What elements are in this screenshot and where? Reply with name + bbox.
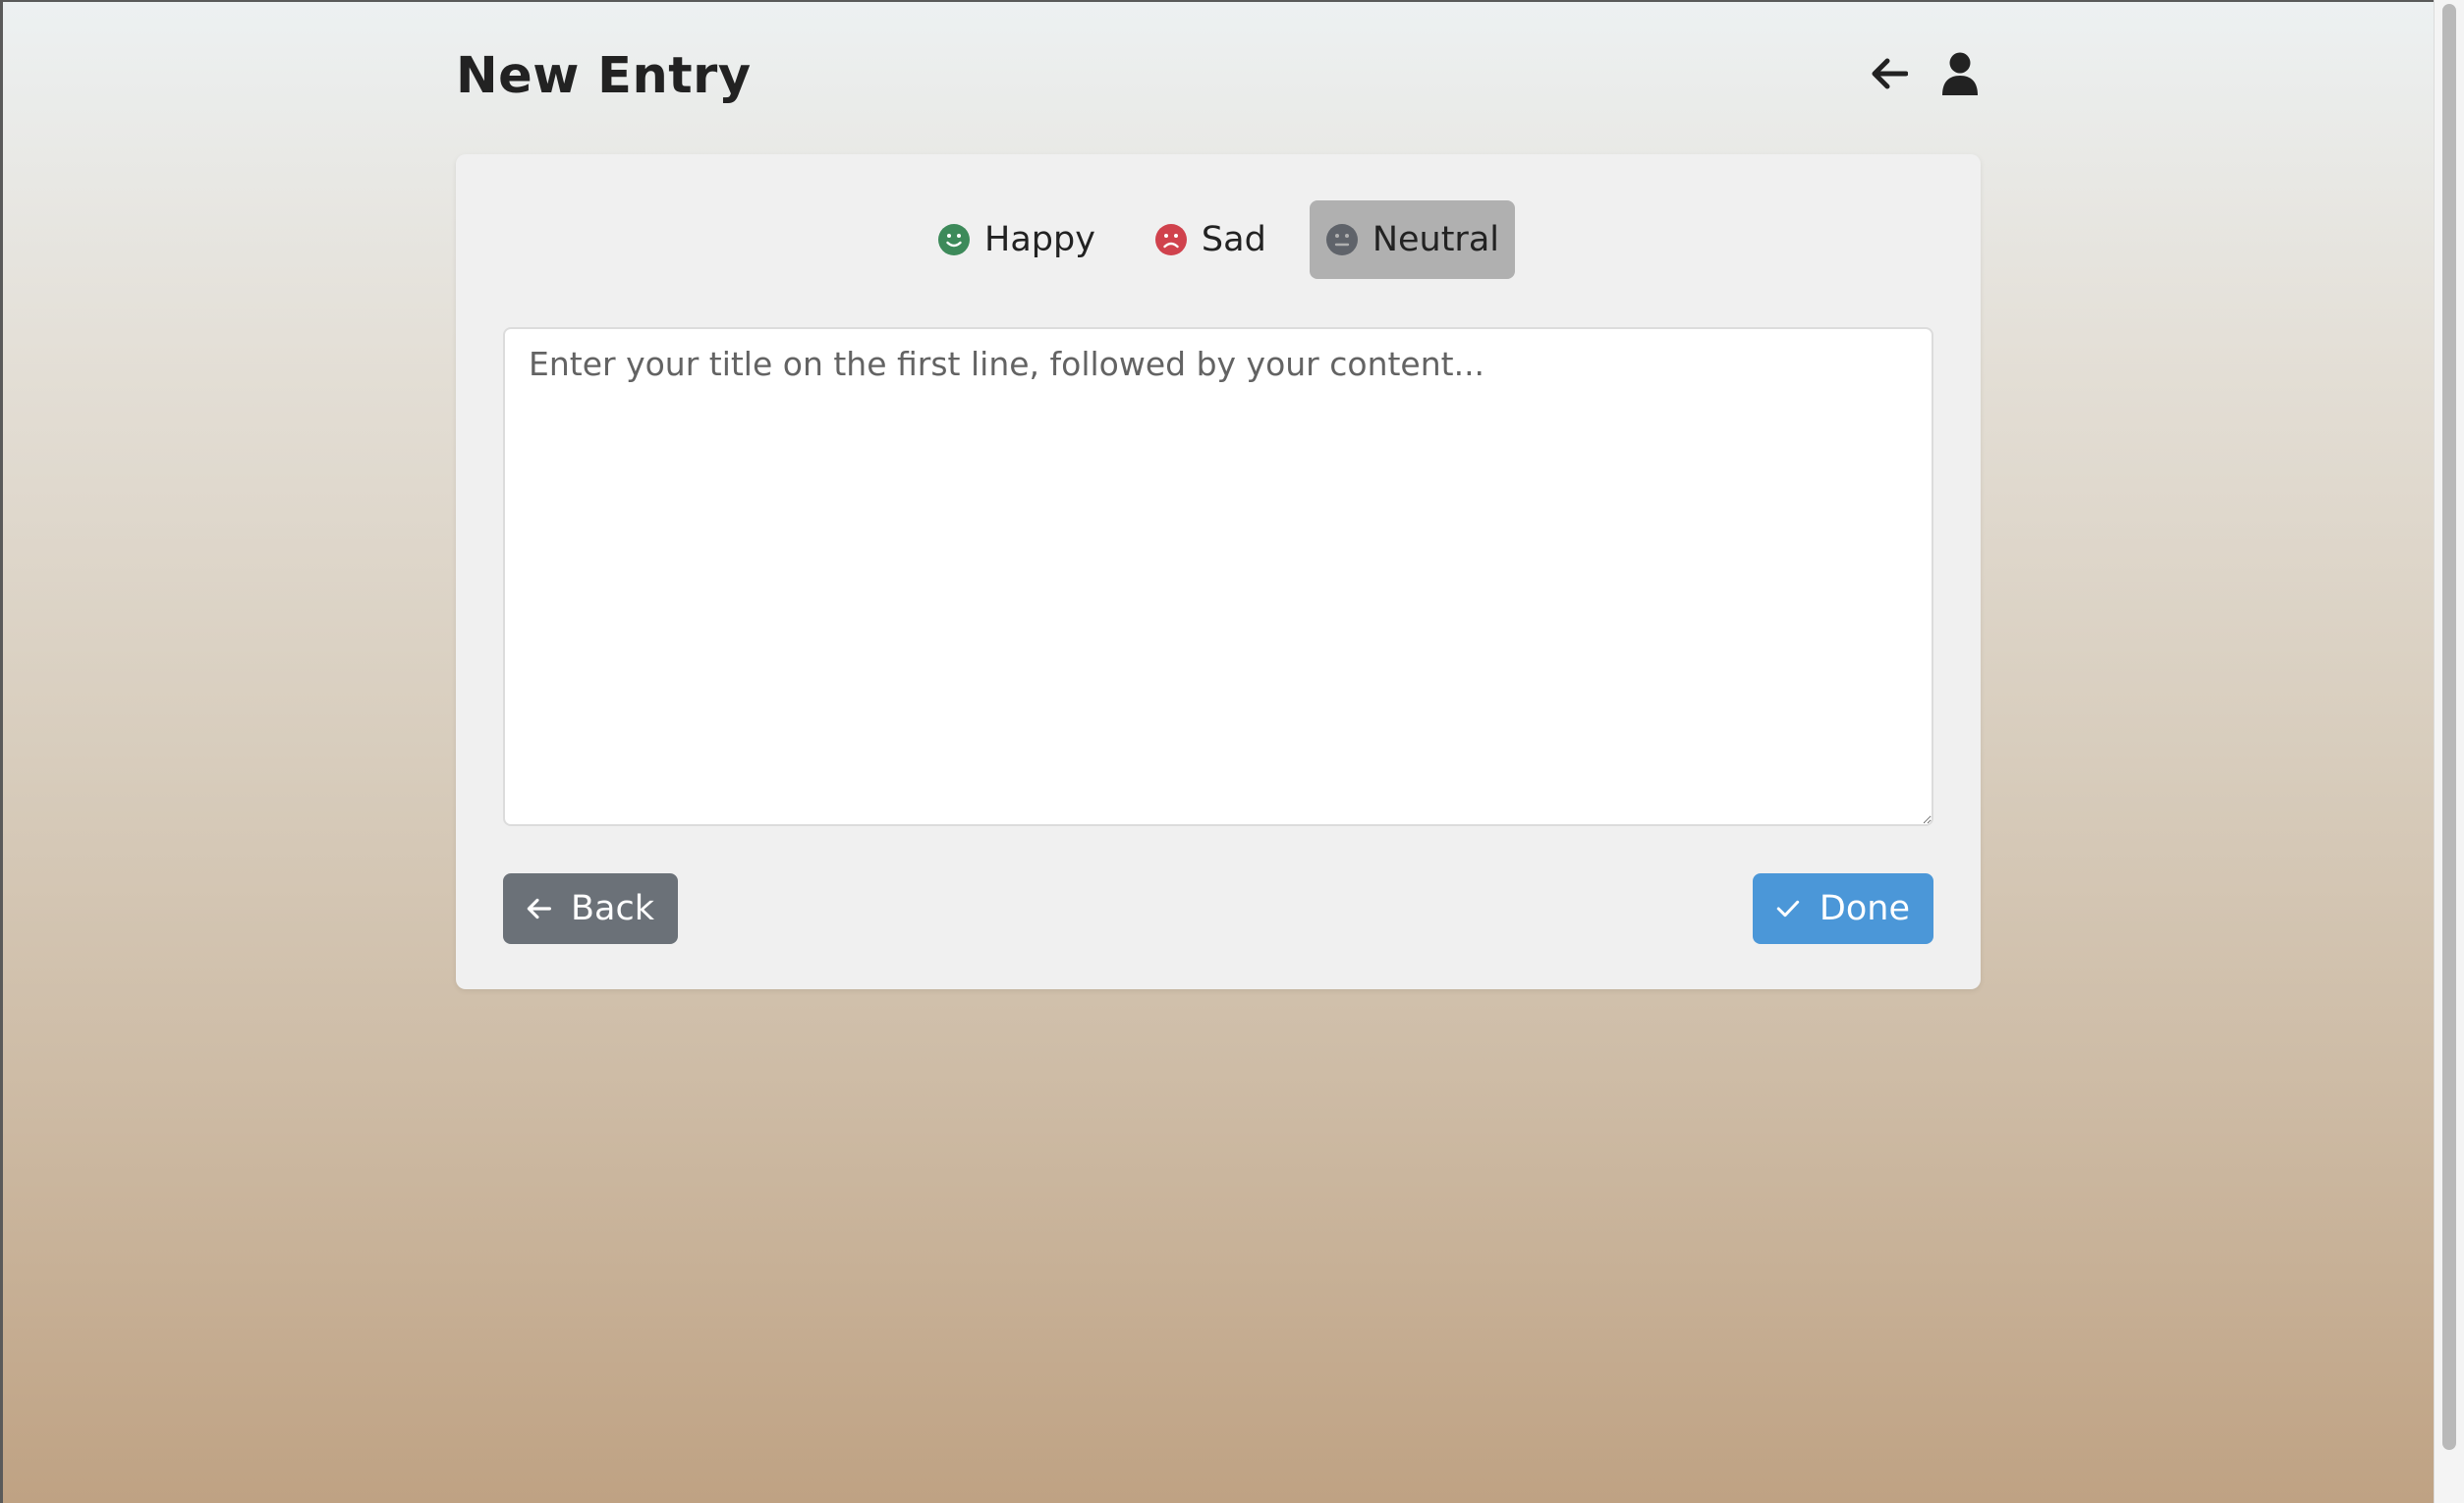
frown-icon (1154, 224, 1187, 255)
entry-card: Happy Sad Neutral Back (456, 154, 1981, 989)
profile-button[interactable] (1939, 51, 1981, 96)
arrow-left-icon (1872, 58, 1908, 89)
entry-content-textarea[interactable] (503, 327, 1933, 826)
scrollbar-thumb[interactable] (2442, 4, 2456, 1450)
arrow-left-icon (527, 898, 552, 919)
mood-sad-button[interactable]: Sad (1139, 200, 1282, 279)
back-nav-button[interactable] (1869, 51, 1910, 96)
back-button[interactable]: Back (503, 873, 678, 944)
back-button-label: Back (571, 889, 654, 928)
neutral-face-icon (1325, 224, 1358, 255)
check-icon (1776, 900, 1800, 918)
page-title: New Entry (456, 47, 752, 105)
user-icon (1942, 52, 1978, 95)
page-header: New Entry (456, 39, 1981, 118)
mood-selector: Happy Sad Neutral (456, 200, 1981, 279)
header-actions (1869, 51, 1981, 96)
done-button-label: Done (1819, 889, 1910, 928)
vertical-scrollbar[interactable] (2434, 0, 2464, 1503)
mood-neutral-button[interactable]: Neutral (1309, 200, 1515, 279)
smile-icon (938, 224, 970, 255)
mood-happy-label: Happy (984, 220, 1095, 259)
mood-sad-label: Sad (1201, 220, 1266, 259)
mood-neutral-label: Neutral (1372, 220, 1499, 259)
done-button[interactable]: Done (1753, 873, 1933, 944)
mood-happy-button[interactable]: Happy (922, 200, 1111, 279)
